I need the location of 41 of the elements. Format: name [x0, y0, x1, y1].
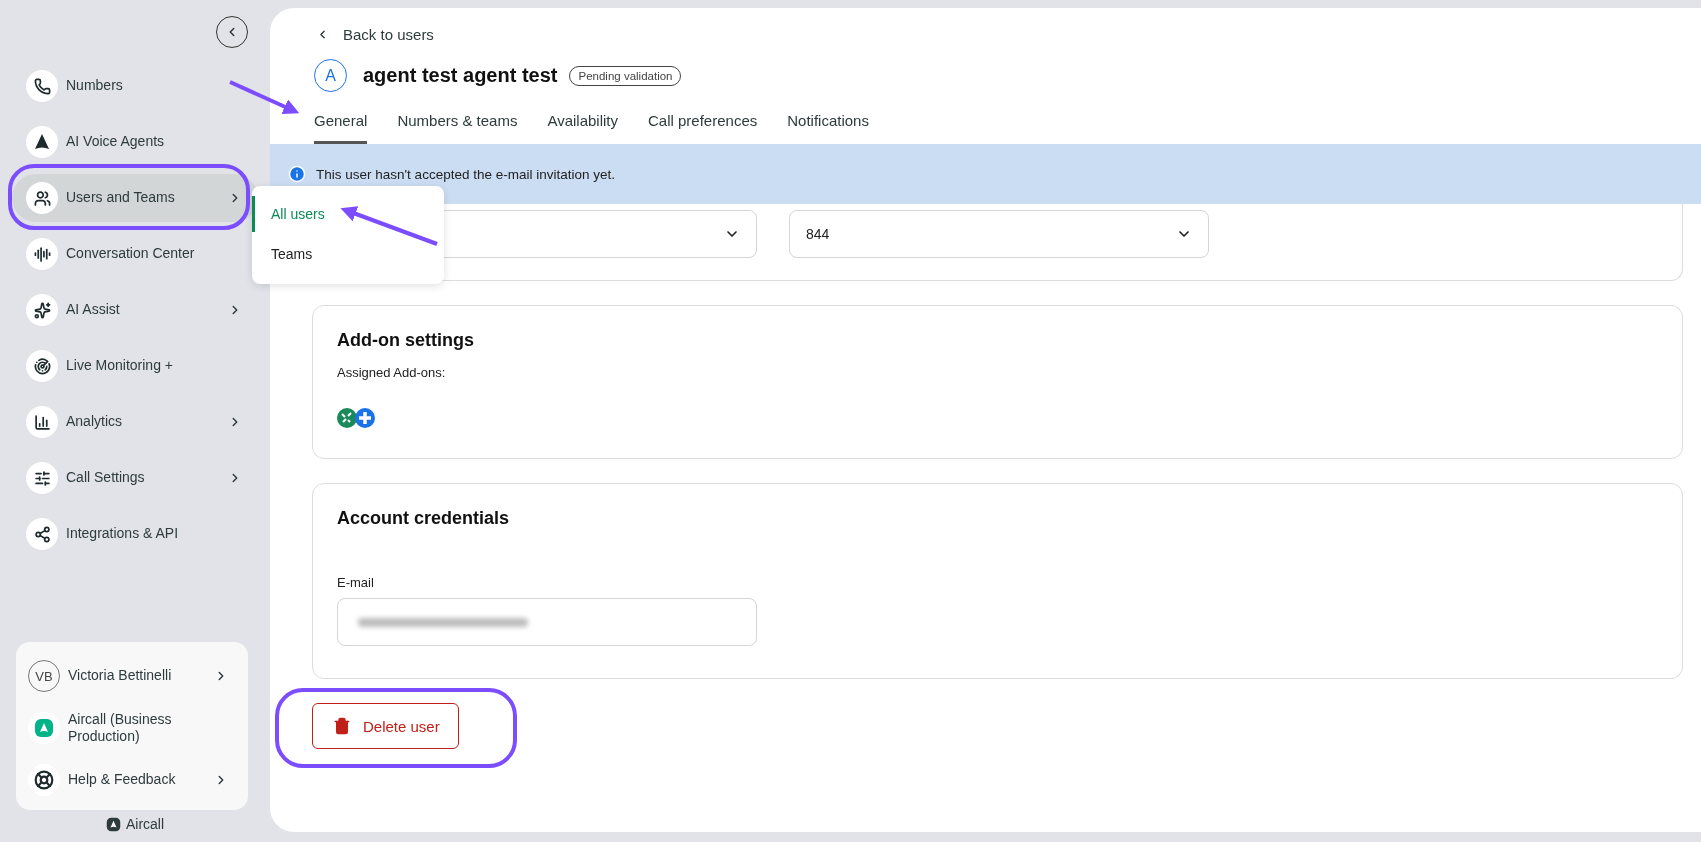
tab[interactable]: Availability — [547, 106, 618, 144]
sliders-icon — [33, 469, 51, 487]
email-field[interactable] — [337, 598, 757, 646]
nav-item[interactable]: Integrations & API — [12, 510, 258, 558]
users-icon — [33, 189, 51, 207]
nav-item[interactable]: Analytics — [12, 398, 258, 446]
aircall-logo-icon — [105, 816, 121, 832]
account-item[interactable]: VB Victoria Bettinelli — [16, 650, 248, 702]
share-icon — [33, 525, 51, 543]
account-item[interactable]: Aircall (Business Production) — [16, 702, 248, 754]
nav-item[interactable]: AI Assist — [12, 286, 258, 334]
field-label: Assigned Add-ons: — [337, 365, 447, 380]
user-name: agent test agent test — [363, 64, 558, 87]
back-link[interactable]: Back to users — [314, 26, 1701, 43]
sound-wave-icon — [33, 245, 51, 263]
card-title: Add-on settings — [337, 330, 475, 351]
account-item[interactable]: Help & Feedback — [16, 754, 248, 806]
sparkle-icon — [33, 301, 51, 319]
nav-item[interactable]: AI Voice Agents — [12, 118, 258, 166]
delete-button[interactable]: Delete user — [312, 703, 459, 749]
card-title: Account credentials — [337, 508, 511, 529]
tab[interactable]: Notifications — [787, 106, 869, 144]
footer-brand: Aircall — [125, 816, 165, 832]
submenu-item[interactable]: All users — [252, 196, 444, 232]
info-icon — [288, 165, 306, 183]
bar-chart-icon — [33, 413, 51, 431]
tab[interactable]: Call preferences — [648, 106, 758, 144]
field-label: E-mail — [337, 575, 375, 590]
nav-item[interactable]: Numbers — [12, 62, 258, 110]
nav-item[interactable]: Live Monitoring + — [12, 342, 258, 390]
trash-icon — [333, 717, 351, 735]
nav-item[interactable]: Call Settings — [12, 454, 258, 502]
select-field[interactable]: 844 — [789, 210, 1209, 258]
annotation-arrow — [229, 80, 300, 114]
aircall-logo-icon — [34, 718, 54, 738]
tab[interactable]: Numbers & teams — [397, 106, 518, 144]
help-icon — [34, 770, 54, 790]
radar-icon — [33, 357, 51, 375]
banner-text: This user hasn't accepted the e-mail invitation yet. — [316, 166, 615, 182]
phone-icon — [33, 77, 51, 95]
select-value: 844 — [806, 226, 830, 242]
